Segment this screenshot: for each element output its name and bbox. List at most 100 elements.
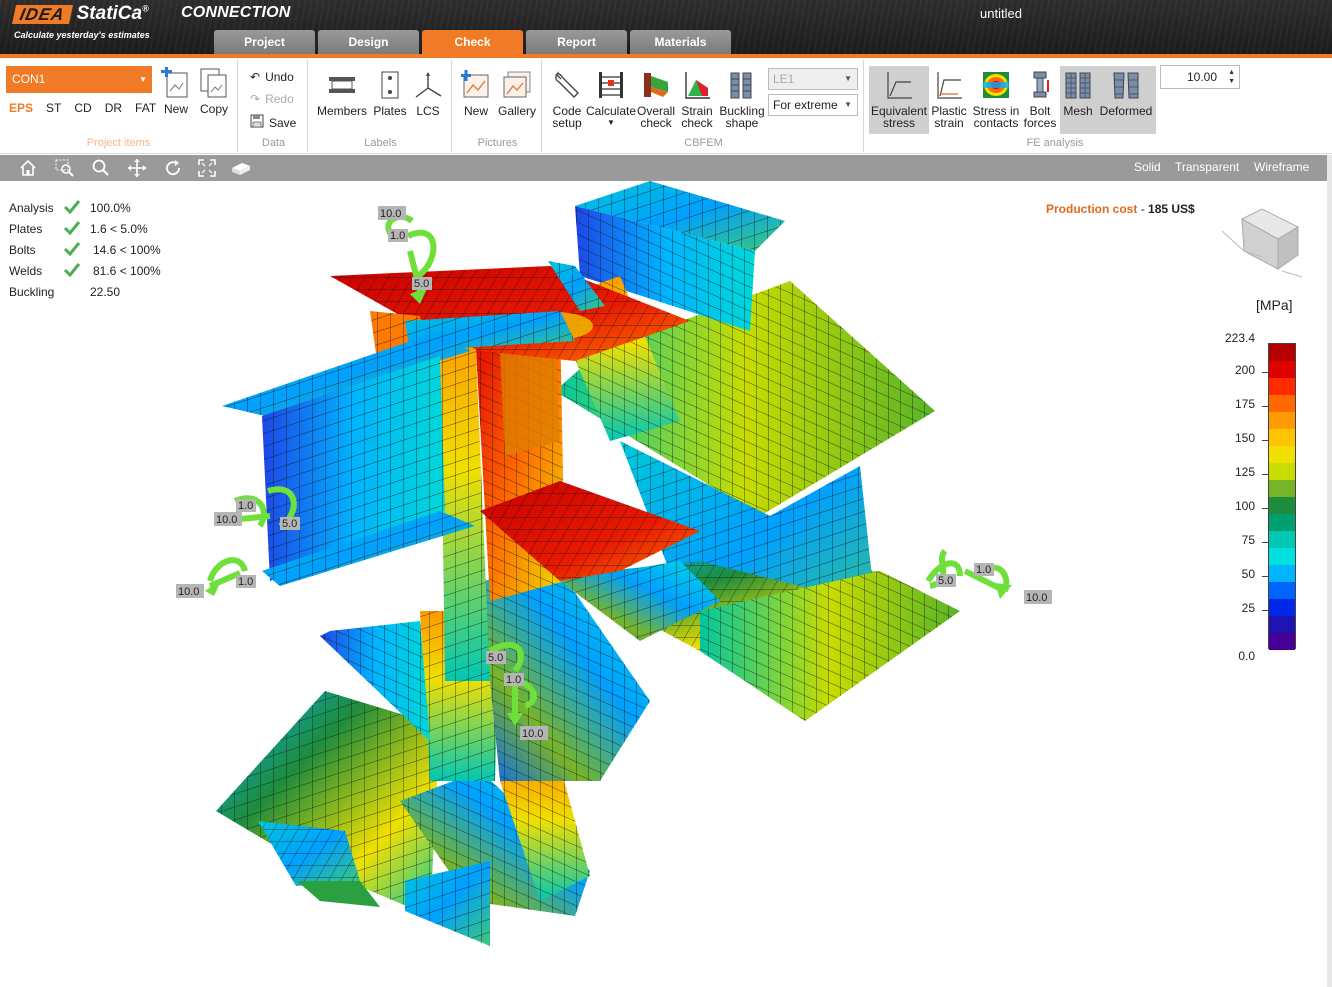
plastic-strain-icon bbox=[934, 68, 964, 102]
new-connection-button[interactable]: New bbox=[160, 66, 192, 115]
load-label: 1.0 bbox=[390, 230, 405, 242]
group-label-labels: Labels bbox=[364, 137, 397, 149]
connection-select[interactable]: CON1 ▼ bbox=[6, 66, 152, 93]
equivalent-stress-button[interactable]: Equivalent stress bbox=[869, 66, 929, 134]
group-data: ↶ Undo ↷ Redo Save Data bbox=[240, 60, 308, 152]
calculate-button[interactable]: Calculate ▼ bbox=[586, 68, 636, 129]
legend-dash bbox=[1262, 542, 1268, 543]
bolt-forces-icon bbox=[1025, 68, 1055, 102]
navigation-cube[interactable] bbox=[1221, 208, 1303, 278]
group-labels: Members Plates LCS Labels bbox=[310, 60, 452, 152]
tab-check[interactable]: Check bbox=[422, 30, 523, 54]
legend-dash bbox=[1262, 508, 1268, 509]
stress-legend: [MPa] 223.4 200 175 150 125 100 75 50 25… bbox=[1222, 297, 1322, 667]
chevron-down-icon: ▼ bbox=[139, 75, 147, 84]
zoom-window-icon[interactable] bbox=[54, 158, 76, 178]
bolt-forces-button[interactable]: Bolt forces bbox=[1022, 68, 1058, 129]
legend-color-band bbox=[1269, 412, 1295, 429]
mode-eps[interactable]: EPS bbox=[9, 101, 33, 115]
legend-tick: 100 bbox=[1234, 499, 1255, 513]
rotate-icon[interactable] bbox=[162, 158, 184, 178]
calculate-icon bbox=[596, 68, 626, 102]
chevron-down-icon: ▼ bbox=[607, 118, 615, 127]
copy-connection-button[interactable]: Copy bbox=[198, 66, 230, 115]
undo-button[interactable]: ↶ Undo bbox=[250, 70, 294, 84]
chevron-down-icon: ▼ bbox=[844, 100, 852, 109]
legend-min: 0.0 bbox=[1238, 649, 1255, 663]
zoom-icon[interactable] bbox=[90, 158, 112, 178]
legend-color-band bbox=[1269, 582, 1295, 599]
legend-color-band bbox=[1269, 633, 1295, 650]
mode-st[interactable]: ST bbox=[46, 101, 61, 115]
zoom-extents-icon[interactable] bbox=[196, 158, 218, 178]
spin-down-icon[interactable]: ▼ bbox=[1228, 78, 1235, 86]
load-label: 1.0 bbox=[238, 576, 253, 588]
deformation-scale-input[interactable]: 10.00 ▲ ▼ bbox=[1160, 65, 1240, 89]
mode-dr[interactable]: DR bbox=[105, 101, 122, 115]
tab-materials[interactable]: Materials bbox=[630, 30, 731, 54]
legend-tick: 25 bbox=[1241, 601, 1255, 615]
model-canvas[interactable]: 10.0 1.0 5.0 10.0 1.0 5.0 10.0 1.0 5.0 1… bbox=[0, 181, 1327, 987]
extreme-select[interactable]: For extreme ▼ bbox=[768, 94, 858, 116]
legend-color-band bbox=[1269, 344, 1295, 361]
section-icon[interactable] bbox=[230, 158, 252, 178]
save-button[interactable]: Save bbox=[250, 114, 296, 131]
plates-label-button[interactable]: Plates bbox=[372, 68, 408, 117]
members-icon bbox=[327, 68, 357, 102]
overall-check-button[interactable]: Overall check bbox=[636, 68, 676, 129]
check-ok-icon bbox=[63, 199, 81, 218]
view-mode-solid[interactable]: Solid bbox=[1134, 160, 1161, 174]
load-label: 10.0 bbox=[216, 514, 237, 526]
main-tabs: Project Design Check Report Materials bbox=[214, 30, 731, 54]
tab-design[interactable]: Design bbox=[318, 30, 419, 54]
legend-color-band bbox=[1269, 378, 1295, 395]
tab-project[interactable]: Project bbox=[214, 30, 315, 54]
vertical-scrollbar[interactable] bbox=[1327, 155, 1332, 987]
check-mode-row: EPS ST CD DR FAT bbox=[9, 101, 156, 115]
tab-report[interactable]: Report bbox=[526, 30, 627, 54]
legend-color-band bbox=[1269, 497, 1295, 514]
code-setup-button[interactable]: Code setup bbox=[548, 68, 586, 129]
mesh-toggle-button[interactable]: Mesh bbox=[1060, 66, 1096, 134]
wrench-icon bbox=[552, 68, 582, 102]
load-label: 1.0 bbox=[238, 500, 253, 512]
stress-contacts-button[interactable]: Stress in contacts bbox=[970, 68, 1022, 129]
deformed-toggle-button[interactable]: Deformed bbox=[1096, 66, 1156, 134]
plastic-strain-button[interactable]: Plastic strain bbox=[930, 68, 968, 129]
group-label-fe-analysis: FE analysis bbox=[1026, 137, 1084, 149]
pan-icon[interactable] bbox=[126, 158, 148, 178]
new-picture-button[interactable]: New bbox=[458, 68, 494, 117]
lcs-label-button[interactable]: LCS bbox=[410, 68, 446, 117]
load-effect-select[interactable]: LE1 ▼ bbox=[768, 68, 858, 90]
logo-idea: IDEA bbox=[11, 4, 73, 24]
group-label-data: Data bbox=[261, 137, 286, 149]
axes-icon bbox=[413, 68, 443, 102]
mode-fat[interactable]: FAT bbox=[135, 101, 156, 115]
new-item-icon bbox=[161, 66, 191, 100]
save-icon bbox=[250, 114, 264, 131]
gallery-button[interactable]: Gallery bbox=[496, 68, 538, 117]
home-icon[interactable] bbox=[17, 158, 39, 178]
view-mode-wireframe[interactable]: Wireframe bbox=[1254, 160, 1309, 174]
legend-color-band bbox=[1269, 429, 1295, 446]
redo-button[interactable]: ↷ Redo bbox=[250, 92, 294, 106]
view-mode-transparent[interactable]: Transparent bbox=[1175, 160, 1239, 174]
load-label: 5.0 bbox=[488, 652, 503, 664]
strain-check-button[interactable]: Strain check bbox=[678, 68, 716, 129]
legend-dash bbox=[1262, 372, 1268, 373]
fe-model-view[interactable]: 10.0 1.0 5.0 10.0 1.0 5.0 10.0 1.0 5.0 1… bbox=[0, 181, 1327, 987]
group-label-cbfem: CBFEM bbox=[684, 137, 723, 149]
legend-color-band bbox=[1269, 395, 1295, 412]
legend-tick: 75 bbox=[1241, 533, 1255, 547]
buckling-shape-button[interactable]: Buckling shape bbox=[718, 68, 766, 129]
production-cost: Production cost - 185 US$ bbox=[1046, 202, 1195, 216]
mode-cd[interactable]: CD bbox=[74, 101, 91, 115]
group-label-pictures: Pictures bbox=[477, 137, 518, 149]
load-label: 10.0 bbox=[522, 728, 543, 740]
spin-up-icon[interactable]: ▲ bbox=[1228, 69, 1235, 77]
undo-icon: ↶ bbox=[250, 70, 261, 84]
members-label-button[interactable]: Members bbox=[316, 68, 368, 117]
overall-check-icon bbox=[641, 68, 671, 102]
legend-tick: 125 bbox=[1234, 465, 1255, 479]
legend-dash bbox=[1262, 610, 1268, 611]
